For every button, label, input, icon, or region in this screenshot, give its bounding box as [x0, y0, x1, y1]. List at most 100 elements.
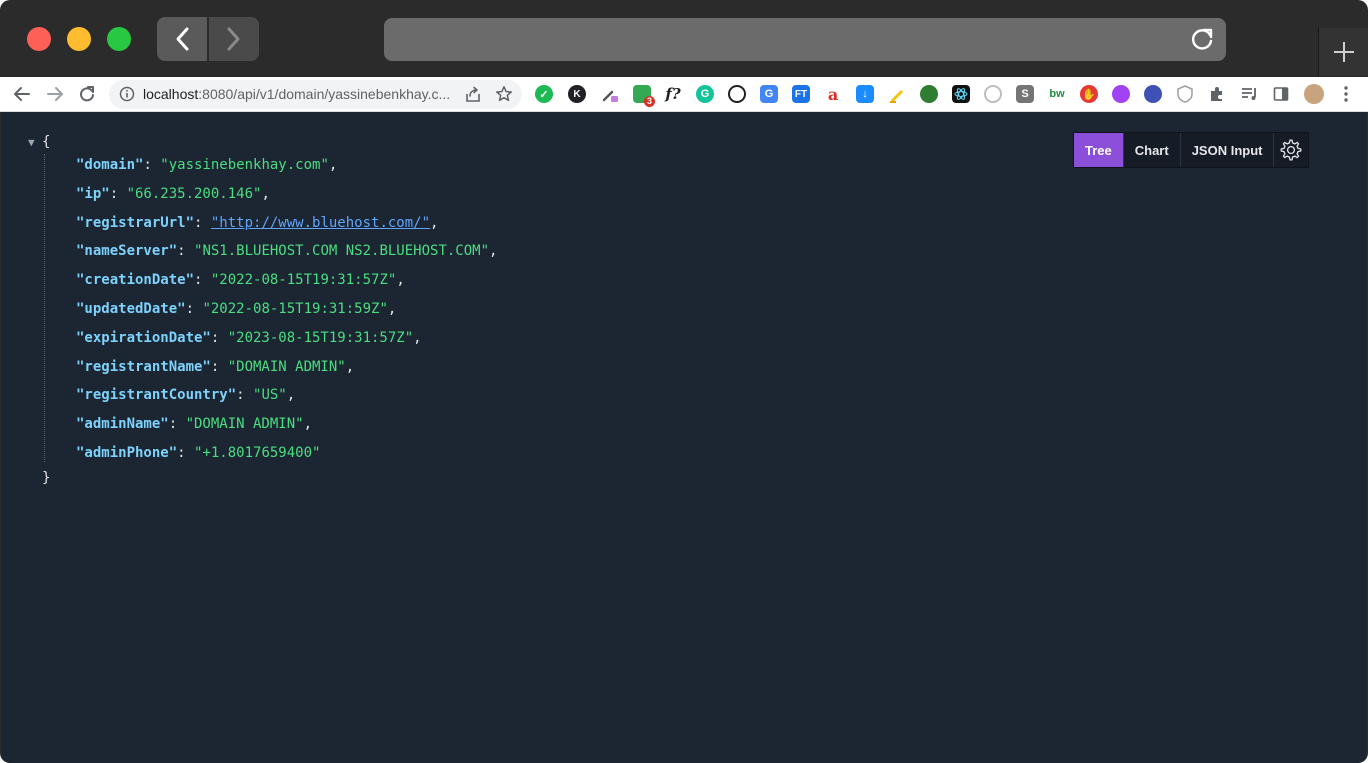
json-key: "creationDate" [76, 272, 195, 289]
settings-gear-icon[interactable] [1274, 133, 1309, 167]
back-arrow-icon[interactable] [11, 83, 33, 105]
json-comma: , [286, 387, 296, 404]
collapse-triangle-icon[interactable]: ▼ [28, 136, 35, 149]
close-window-button[interactable] [27, 27, 51, 51]
window-titlebar [0, 0, 1368, 77]
json-key: "ip" [76, 185, 110, 202]
circle-ext-icon[interactable] [984, 85, 1002, 103]
omnibox[interactable]: localhost:8080/api/v1/domain/yassinebenk… [109, 80, 522, 109]
function-ext-icon[interactable]: f? [664, 85, 682, 103]
forward-arrow-icon[interactable] [44, 83, 66, 105]
json-entry: "registrantCountry": "US", [76, 387, 295, 403]
json-string-value: "2022-08-15T19:31:59Z" [202, 301, 388, 317]
menu-icon[interactable] [1337, 85, 1355, 103]
json-entry: "nameServer": "NS1.BLUEHOST.COM NS2.BLUE… [76, 243, 497, 259]
zoom-window-button[interactable] [107, 27, 131, 51]
bw-ext-icon[interactable]: bw [1048, 85, 1066, 103]
json-string-value: "+1.8017659400" [194, 445, 321, 461]
notion-ext-icon[interactable]: S [1016, 85, 1034, 103]
json-key: "registrantName" [76, 358, 211, 375]
calendar-badge: 3 [643, 96, 655, 107]
puzzle-ext-icon[interactable] [1208, 85, 1226, 103]
json-key: "nameServer" [76, 243, 178, 260]
highlighter-ext-icon[interactable] [888, 85, 906, 103]
window-address-bar[interactable] [384, 18, 1226, 61]
json-string-value: "2022-08-15T19:31:57Z" [210, 272, 397, 289]
shield2-ext-icon[interactable] [1176, 85, 1194, 103]
json-colon: : [143, 157, 161, 173]
json-string-value: "US" [253, 387, 287, 404]
new-tab-button[interactable] [1318, 28, 1368, 76]
json-entry: "registrarUrl": "http://www.bluehost.com… [76, 215, 438, 231]
tab-json-input[interactable]: JSON Input [1180, 133, 1275, 167]
json-open-brace: { [42, 134, 51, 150]
share-icon[interactable] [464, 86, 482, 109]
planet-ext-icon[interactable] [1144, 85, 1162, 103]
bookmark-star-icon[interactable] [495, 85, 513, 108]
json-entry: "expirationDate": "2023-08-15T19:31:57Z"… [76, 330, 422, 346]
eyedropper-ext-icon[interactable] [601, 85, 619, 103]
globe-ext-icon[interactable] [920, 85, 938, 103]
json-key: "expirationDate" [76, 329, 211, 346]
json-key: "updatedDate" [76, 301, 186, 317]
json-entry: "adminPhone": "+1.8017659400" [76, 445, 320, 461]
json-colon: : [210, 358, 228, 375]
json-close-brace: } [42, 470, 51, 486]
site-info-icon[interactable] [119, 86, 135, 107]
tab-chart[interactable]: Chart [1123, 133, 1181, 167]
json-entry: "creationDate": "2022-08-15T19:31:57Z", [76, 272, 405, 288]
json-entry: "ip": "66.235.200.146", [76, 186, 270, 202]
json-entry: "registrantName": "DOMAIN ADMIN", [76, 359, 354, 375]
plus-icon [1333, 42, 1354, 62]
media-ext-icon[interactable] [1240, 85, 1258, 103]
json-comma: , [303, 416, 313, 433]
json-link-value[interactable]: "http://www.bluehost.com/" [211, 215, 430, 231]
json-comma: , [489, 243, 498, 260]
adblock-ext-icon[interactable]: ✋ [1080, 85, 1098, 103]
view-mode-toolbar: Tree Chart JSON Input [1073, 132, 1310, 168]
json-comma: , [413, 329, 422, 346]
shield-ext-icon[interactable]: ✓ [535, 85, 553, 103]
json-string-value: "yassinebenkhay.com" [160, 157, 329, 173]
json-colon: : [236, 387, 254, 404]
json-colon: : [194, 214, 211, 231]
url-path: :8080/api/v1/domain/yassinebenkhay.c... [198, 86, 451, 102]
translate-ext-icon[interactable]: G [760, 85, 778, 103]
json-key: "registrantCountry" [76, 387, 237, 404]
json-comma: , [328, 157, 338, 173]
react-ext-icon[interactable] [952, 85, 970, 103]
json-colon: : [109, 185, 127, 202]
json-key: "adminName" [76, 416, 169, 433]
json-entry: "domain": "yassinebenkhay.com", [76, 157, 337, 173]
window-back-button[interactable] [157, 17, 207, 61]
json-comma: , [387, 301, 397, 317]
skull-ext-icon[interactable] [728, 85, 746, 103]
window-forward-button[interactable] [209, 17, 259, 61]
json-key: "adminPhone" [76, 445, 178, 461]
grammarly-ext-icon[interactable]: G [696, 85, 714, 103]
face-ext-icon[interactable] [1112, 85, 1130, 103]
k-ext-icon[interactable]: K [568, 85, 586, 103]
json-entry: "adminName": "DOMAIN ADMIN", [76, 416, 312, 432]
sidepanel-ext-icon[interactable] [1272, 85, 1290, 103]
download-ext-icon[interactable]: ↓ [856, 85, 874, 103]
json-colon: : [177, 445, 195, 461]
calendar-ext-icon[interactable]: 3 [633, 85, 655, 107]
json-key: "registrarUrl" [76, 214, 195, 231]
profile-avatar[interactable] [1304, 84, 1324, 104]
json-colon: : [194, 272, 211, 289]
window-reload-icon[interactable] [1190, 26, 1216, 57]
font-ext-icon[interactable]: a [824, 85, 842, 104]
json-viewer: ▼ { "domain": "yassinebenkhay.com", "ip":… [0, 112, 1368, 763]
reload-icon[interactable] [76, 83, 98, 105]
json-comma: , [261, 185, 270, 202]
browser-toolbar: localhost:8080/api/v1/domain/yassinebenk… [0, 77, 1368, 112]
chevron-left-icon [176, 27, 189, 51]
url-text[interactable]: localhost:8080/api/v1/domain/yassinebenk… [143, 86, 461, 102]
json-comma: , [430, 214, 439, 231]
tab-tree[interactable]: Tree [1074, 133, 1124, 167]
json-colon: : [177, 243, 195, 260]
ft-ext-icon[interactable]: FT [792, 85, 810, 103]
json-string-value: "66.235.200.146" [126, 185, 262, 202]
minimize-window-button[interactable] [67, 27, 91, 51]
